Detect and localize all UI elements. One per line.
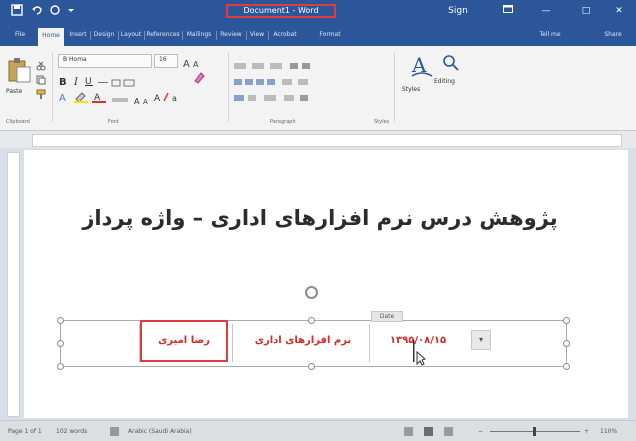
indent-icon[interactable] bbox=[234, 88, 320, 107]
word-window: Document1 - Word Sign in — □ ✕ File Home… bbox=[0, 0, 636, 441]
clear-format-icon[interactable]: Aa bbox=[154, 88, 184, 107]
name-cell[interactable]: رضا امیری bbox=[140, 320, 228, 362]
horizontal-ruler[interactable] bbox=[32, 134, 622, 147]
status-bar: Page 1 of 1 102 words Arabic (Saudi Arab… bbox=[0, 420, 636, 441]
resize-handle[interactable] bbox=[563, 363, 570, 370]
proofing-icon[interactable] bbox=[110, 427, 119, 436]
zoom-level[interactable]: 110% bbox=[600, 426, 630, 437]
cursor-icon bbox=[412, 340, 426, 370]
font-color-icon[interactable]: A bbox=[92, 88, 106, 107]
svg-text:I: I bbox=[73, 77, 79, 87]
styles-icon[interactable]: A bbox=[410, 52, 434, 84]
date-control-tag[interactable]: Date bbox=[371, 311, 403, 322]
zoom-slider-thumb[interactable] bbox=[533, 427, 536, 436]
svg-text:a: a bbox=[172, 94, 177, 103]
paste-button-label: Paste bbox=[6, 88, 23, 95]
highlight-color-icon[interactable] bbox=[74, 88, 88, 107]
vertical-ruler[interactable] bbox=[7, 152, 20, 417]
document-heading[interactable]: پژوهش درس نرم افزارهای اداری – واژه پردا… bbox=[70, 200, 570, 236]
window-title: Document1 - Word bbox=[226, 4, 336, 18]
course-cell[interactable]: نرم افزارهای اداری bbox=[233, 320, 373, 362]
tab-review[interactable]: Review bbox=[217, 27, 245, 43]
resize-handle[interactable] bbox=[308, 363, 315, 370]
font-size-select[interactable]: 16 bbox=[154, 54, 178, 68]
date-picker-dropdown-button[interactable]: ▾ bbox=[471, 330, 491, 350]
styles-group-label: Styles bbox=[374, 119, 390, 125]
ribbon-tabs: File Home Insert Design Layout Reference… bbox=[0, 22, 636, 46]
qat-customize-icon[interactable] bbox=[64, 4, 78, 18]
language-indicator[interactable]: Arabic (Saudi Arabia) bbox=[128, 426, 208, 437]
rotation-handle[interactable] bbox=[305, 286, 318, 299]
resize-handle[interactable] bbox=[57, 363, 64, 370]
page-count[interactable]: Page 1 of 1 bbox=[8, 426, 46, 437]
save-icon[interactable] bbox=[10, 4, 24, 18]
svg-text:A: A bbox=[154, 94, 161, 103]
tab-home[interactable]: Home bbox=[38, 28, 64, 46]
tab-view[interactable]: View bbox=[247, 27, 267, 43]
font-name-select[interactable]: B Homa bbox=[58, 54, 152, 68]
tab-file[interactable]: File bbox=[8, 27, 32, 43]
restore-button[interactable]: □ bbox=[579, 3, 593, 19]
redo-icon[interactable] bbox=[48, 4, 62, 18]
clear-formatting-icon[interactable] bbox=[192, 70, 206, 89]
resize-handle[interactable] bbox=[57, 340, 64, 347]
zoom-in-icon[interactable]: + bbox=[584, 426, 592, 437]
title-bar: Document1 - Word Sign in — □ ✕ bbox=[0, 0, 636, 32]
resize-handle[interactable] bbox=[563, 317, 570, 324]
tab-design[interactable]: Design bbox=[91, 27, 117, 43]
zoom-out-icon[interactable]: − bbox=[478, 426, 486, 437]
tab-insert[interactable]: Insert bbox=[66, 27, 90, 43]
close-button[interactable]: ✕ bbox=[612, 3, 626, 19]
format-painter-icon[interactable] bbox=[36, 84, 46, 103]
tab-layout[interactable]: Layout bbox=[119, 27, 143, 43]
undo-icon[interactable] bbox=[30, 4, 44, 18]
minimize-button[interactable]: — bbox=[539, 3, 553, 19]
styles-button-label: Styles bbox=[402, 86, 421, 93]
text-effects-icon[interactable]: A bbox=[58, 88, 70, 107]
clipboard-group-label: Clipboard bbox=[6, 119, 30, 125]
tab-references[interactable]: References bbox=[145, 27, 181, 43]
read-mode-icon[interactable] bbox=[404, 427, 413, 436]
group-separator bbox=[228, 52, 229, 122]
find-icon[interactable] bbox=[442, 54, 460, 76]
group-separator bbox=[394, 52, 395, 122]
tab-format[interactable]: Format bbox=[314, 27, 346, 43]
tab-acrobat[interactable]: Acrobat bbox=[269, 27, 301, 43]
print-layout-icon[interactable] bbox=[424, 427, 433, 436]
paragraph-group-label: Paragraph bbox=[270, 119, 296, 125]
tell-me-search[interactable]: Tell me bbox=[528, 27, 572, 43]
ribbon-display-options-icon[interactable] bbox=[500, 3, 516, 19]
svg-text:A: A bbox=[134, 97, 140, 105]
editing-button-label: Editing bbox=[434, 78, 455, 85]
font-size-icon[interactable]: AA bbox=[112, 90, 152, 109]
ribbon-home: Paste Clipboard B Homa 16 AA B I U A A A… bbox=[0, 46, 636, 131]
word-count[interactable]: 102 words bbox=[56, 426, 96, 437]
svg-text:A: A bbox=[59, 93, 66, 103]
ruler-bar bbox=[0, 131, 636, 148]
tab-mailings[interactable]: Mailings bbox=[183, 27, 215, 43]
font-group-label: Font bbox=[108, 119, 119, 125]
svg-text:A: A bbox=[193, 60, 199, 69]
sign-in-link[interactable]: Sign in bbox=[443, 3, 473, 32]
svg-text:A: A bbox=[143, 98, 148, 105]
resize-handle[interactable] bbox=[57, 317, 64, 324]
svg-text:A: A bbox=[183, 59, 190, 69]
paste-icon[interactable] bbox=[6, 56, 32, 88]
share-button[interactable]: Share bbox=[596, 27, 630, 43]
document-page[interactable] bbox=[24, 150, 628, 418]
svg-text:B: B bbox=[59, 77, 67, 87]
web-layout-icon[interactable] bbox=[444, 427, 453, 436]
resize-handle[interactable] bbox=[563, 340, 570, 347]
group-separator bbox=[52, 52, 53, 122]
